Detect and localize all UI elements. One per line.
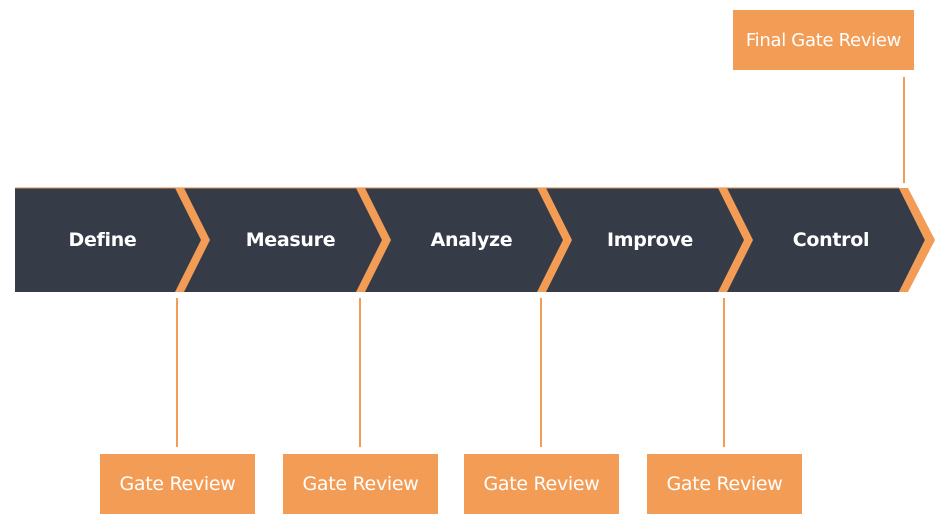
connector-line [903,77,905,183]
connector-line [723,298,725,447]
connector-line [176,298,178,447]
gate-review-box: Gate Review [647,454,802,514]
stage-measure: Measure [245,229,336,251]
stage-control: Control [792,229,870,251]
stage-define: Define [68,229,137,251]
gate-review-box: Gate Review [100,454,255,514]
gate-review-box: Gate Review [283,454,438,514]
stage-analyze: Analyze [430,229,513,251]
stage-improve: Improve [606,229,694,251]
gate-review-box: Gate Review [464,454,619,514]
connector-line [359,298,361,447]
connector-line [540,298,542,447]
final-gate-review-box: Final Gate Review [733,10,914,70]
